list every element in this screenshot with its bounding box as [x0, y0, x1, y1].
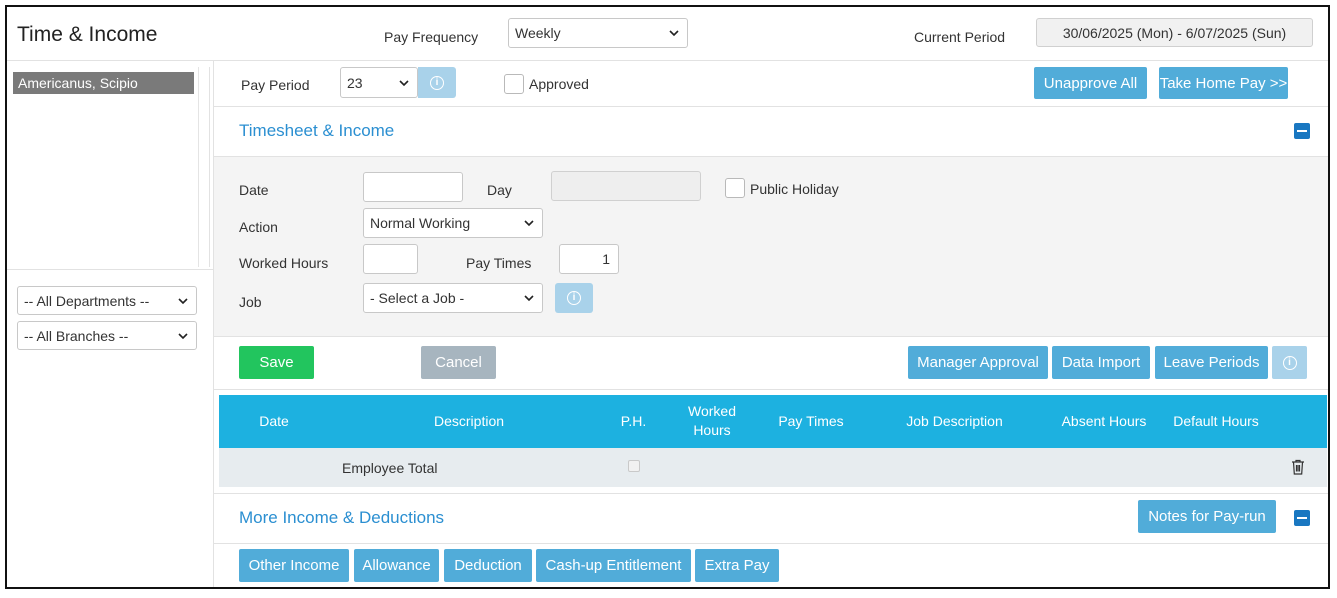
- job-info-button[interactable]: i: [555, 283, 593, 313]
- take-home-pay-button[interactable]: Take Home Pay >>: [1159, 67, 1288, 99]
- manager-approval-button[interactable]: Manager Approval: [908, 346, 1048, 379]
- time-income-window: Time & Income Pay Frequency Weekly Curre…: [5, 5, 1330, 589]
- more-income-section-title[interactable]: More Income & Deductions: [239, 508, 444, 528]
- more-income-collapse-button[interactable]: [1294, 510, 1310, 526]
- public-holiday-checkbox[interactable]: [725, 178, 745, 198]
- timesheet-table-header: Date Description P.H. Worked Hours Pay T…: [219, 395, 1327, 448]
- timesheet-section-title[interactable]: Timesheet & Income: [239, 121, 394, 141]
- employee-list-scrollbar[interactable]: [198, 67, 210, 267]
- column-header-description: Description: [433, 413, 505, 429]
- employee-total-label: Employee Total: [342, 460, 438, 476]
- chevron-down-icon: [178, 332, 188, 339]
- date-label: Date: [239, 182, 269, 198]
- table-divider: [214, 493, 1328, 494]
- chevron-down-icon: [524, 220, 534, 227]
- actions-info-button[interactable]: i: [1272, 346, 1307, 379]
- other-income-button[interactable]: Other Income: [239, 549, 349, 582]
- info-icon: i: [1282, 355, 1297, 370]
- column-header-date: Date: [259, 413, 289, 429]
- pay-frequency-value: Weekly: [515, 25, 561, 41]
- cash-up-entitlement-button[interactable]: Cash-up Entitlement: [536, 549, 691, 582]
- pay-frequency-label: Pay Frequency: [384, 29, 479, 45]
- column-header-pay-times: Pay Times: [778, 413, 844, 429]
- column-header-absent-hours: Absent Hours: [1061, 413, 1147, 429]
- pay-frequency-select[interactable]: Weekly: [508, 18, 688, 48]
- pay-times-label: Pay Times: [466, 255, 532, 271]
- day-label: Day: [487, 182, 512, 198]
- info-icon: i: [567, 291, 581, 305]
- more-income-divider: [214, 543, 1328, 544]
- approved-label: Approved: [529, 76, 589, 92]
- page-title: Time & Income: [17, 23, 158, 46]
- date-input[interactable]: [363, 172, 463, 202]
- trash-icon[interactable]: [1291, 459, 1305, 475]
- period-bar-divider: [214, 106, 1328, 107]
- action-select[interactable]: Normal Working: [363, 208, 543, 238]
- data-import-button[interactable]: Data Import: [1052, 346, 1150, 379]
- save-button[interactable]: Save: [239, 346, 314, 379]
- leave-periods-button[interactable]: Leave Periods: [1155, 346, 1268, 379]
- branches-filter-value: -- All Branches --: [24, 327, 129, 344]
- employee-list[interactable]: Americanus, Scipio: [11, 67, 210, 267]
- extra-pay-button[interactable]: Extra Pay: [695, 549, 779, 582]
- sidebar-divider: [7, 269, 214, 270]
- current-period-field: 30/06/2025 (Mon) - 6/07/2025 (Sun): [1036, 18, 1313, 47]
- cancel-button[interactable]: Cancel: [421, 346, 496, 379]
- pay-period-value: 23: [347, 74, 363, 91]
- timesheet-collapse-button[interactable]: [1294, 123, 1310, 139]
- allowance-button[interactable]: Allowance: [354, 549, 439, 582]
- column-header-ph: P.H.: [620, 413, 647, 429]
- departments-filter-value: -- All Departments --: [24, 292, 150, 309]
- info-icon: i: [430, 75, 444, 90]
- column-header-worked-hours: Worked Hours: [688, 403, 736, 438]
- action-value: Normal Working: [370, 215, 471, 231]
- pay-period-select[interactable]: 23: [340, 67, 418, 98]
- header-divider: [7, 60, 1328, 61]
- branches-filter[interactable]: -- All Branches --: [17, 321, 197, 350]
- deduction-button[interactable]: Deduction: [444, 549, 532, 582]
- pay-times-value: 1: [602, 251, 610, 267]
- total-ph-checkbox: [628, 460, 640, 472]
- current-period-value: 30/06/2025 (Mon) - 6/07/2025 (Sun): [1062, 24, 1287, 41]
- pay-period-label: Pay Period: [241, 77, 310, 93]
- worked-hours-label: Worked Hours: [239, 255, 329, 271]
- job-value: - Select a Job -: [370, 290, 465, 306]
- employee-name: Americanus, Scipio: [18, 75, 138, 91]
- job-label: Job: [239, 294, 262, 310]
- chevron-down-icon: [399, 79, 409, 86]
- chevron-down-icon: [669, 30, 679, 37]
- chevron-down-icon: [178, 297, 188, 304]
- actions-divider: [214, 389, 1328, 390]
- chevron-down-icon: [524, 295, 534, 302]
- public-holiday-label: Public Holiday: [750, 181, 839, 197]
- minus-icon: [1297, 130, 1307, 132]
- employee-list-item[interactable]: Americanus, Scipio: [13, 72, 194, 94]
- unapprove-all-button[interactable]: Unapprove All: [1034, 67, 1147, 99]
- pay-times-input[interactable]: 1: [559, 244, 619, 274]
- minus-icon: [1297, 517, 1307, 519]
- table-total-row: Employee Total: [219, 448, 1327, 487]
- job-select[interactable]: - Select a Job -: [363, 283, 543, 313]
- approved-checkbox[interactable]: [504, 74, 524, 94]
- column-header-job-description: Job Description: [906, 413, 1003, 429]
- current-period-label: Current Period: [914, 29, 1006, 45]
- day-field: [551, 171, 701, 201]
- column-header-default-hours: Default Hours: [1173, 413, 1259, 429]
- departments-filter[interactable]: -- All Departments --: [17, 286, 197, 315]
- pay-period-info-button[interactable]: i: [418, 67, 456, 98]
- action-label: Action: [239, 219, 278, 235]
- worked-hours-input[interactable]: [363, 244, 418, 274]
- notes-for-pay-run-button[interactable]: Notes for Pay-run: [1138, 500, 1276, 533]
